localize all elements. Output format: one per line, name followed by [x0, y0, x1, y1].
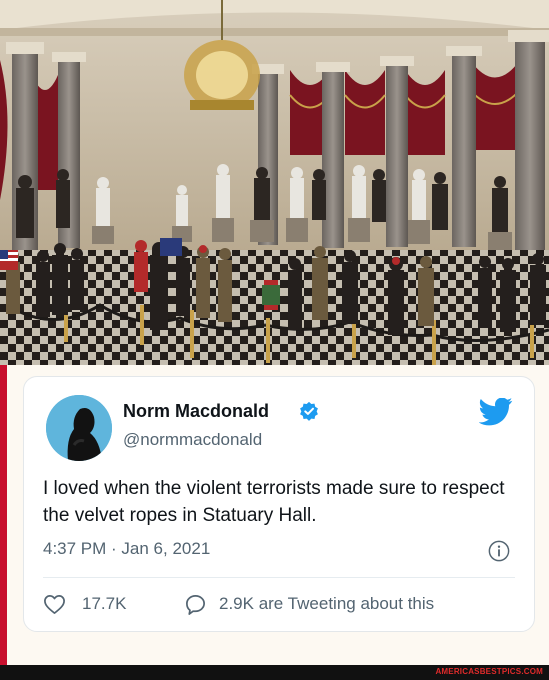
verified-badge-icon — [300, 401, 318, 421]
user-handle[interactable]: @normmacdonald — [123, 430, 262, 450]
tweet-text: I loved when the violent terrorists made… — [43, 478, 505, 526]
statuary-hall-photo — [0, 0, 549, 365]
like-button[interactable]: 17.7K — [43, 591, 126, 617]
reply-count-text: 2.9K are Tweeting about this — [219, 594, 435, 613]
avatar[interactable] — [46, 395, 112, 461]
info-icon[interactable] — [488, 540, 510, 562]
avatar-portrait-icon — [46, 395, 112, 461]
watermark: AMERICASBESTPICS.COM — [435, 667, 543, 676]
reply-button[interactable]: 2.9K are Tweeting about this — [184, 591, 434, 617]
tweet-card[interactable]: Norm Macdonald @normmacdonald I loved wh… — [23, 376, 535, 632]
tweet-divider — [43, 577, 515, 578]
heart-icon — [44, 594, 65, 614]
footer-strip: AMERICASBESTPICS.COM — [0, 665, 549, 680]
display-name[interactable]: Norm Macdonald — [123, 401, 269, 422]
red-divider-bar — [0, 365, 7, 665]
tweet-timestamp[interactable]: 4:37 PM · Jan 6, 2021 — [43, 539, 210, 559]
twitter-bird-icon[interactable] — [479, 398, 513, 426]
like-count: 17.7K — [82, 594, 127, 613]
speech-bubble-icon — [186, 594, 205, 615]
